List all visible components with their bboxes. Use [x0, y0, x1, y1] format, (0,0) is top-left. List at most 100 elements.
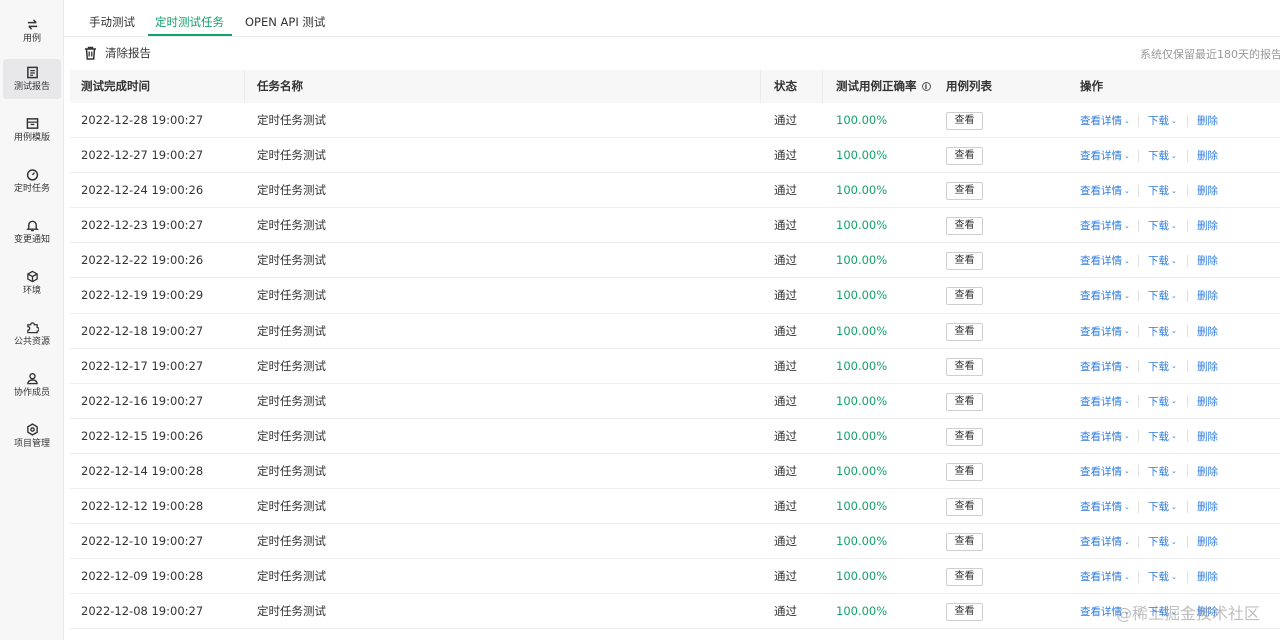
tab-manual-test[interactable]: 手动测试 — [89, 14, 135, 30]
chevron-down-icon: ⌄ — [1124, 151, 1130, 160]
view-cases-button[interactable]: 查看 — [946, 533, 983, 552]
status-cell: 通过 — [774, 113, 797, 127]
sidebar-item-case-template[interactable]: 用例模版 — [3, 110, 61, 150]
download-dropdown[interactable]: 下载 ⌄ — [1148, 218, 1178, 233]
download-dropdown[interactable]: 下载 ⌄ — [1148, 253, 1178, 268]
toolbar: 清除报告 系统仅保留最近180天的报告 — [64, 37, 1280, 70]
pass-rate-cell: 100.00% — [836, 358, 888, 373]
download-dropdown[interactable]: 下载 ⌄ — [1148, 464, 1178, 479]
task-name-cell: 定时任务测试 — [257, 499, 326, 514]
download-dropdown[interactable]: 下载 ⌄ — [1148, 394, 1178, 409]
view-cases-button[interactable]: 查看 — [946, 322, 983, 341]
view-details-dropdown[interactable]: 查看详情 ⌄ — [1080, 569, 1130, 584]
view-cases-button[interactable]: 查看 — [946, 147, 983, 166]
delete-link[interactable]: 删除 — [1197, 359, 1218, 374]
view-details-dropdown[interactable]: 查看详情 ⌄ — [1080, 113, 1130, 128]
view-details-dropdown[interactable]: 查看详情 ⌄ — [1080, 218, 1130, 233]
finish-time-cell: 2022-12-28 19:00:27 — [81, 113, 204, 127]
sidebar-item-project-management[interactable]: 项目管理 — [3, 416, 61, 456]
view-details-label: 查看详情 — [1080, 395, 1122, 408]
delete-link[interactable]: 删除 — [1197, 394, 1218, 409]
download-dropdown[interactable]: 下载 ⌄ — [1148, 288, 1178, 303]
delete-link[interactable]: 删除 — [1197, 324, 1218, 339]
sidebar-item-label: 环境 — [22, 285, 41, 296]
sidebar-item-public-resources[interactable]: 公共资源 — [3, 314, 61, 354]
delete-link[interactable]: 删除 — [1197, 569, 1218, 584]
table-row: 2022-12-14 19:00:28 定时任务测试 通过 100.00% 查看 查看详情… — [70, 454, 1280, 490]
view-details-dropdown[interactable]: 查看详情 ⌄ — [1080, 183, 1130, 198]
sidebar-item-environment[interactable]: 环境 — [3, 263, 61, 303]
view-cases-button[interactable]: 查看 — [946, 427, 983, 446]
view-details-dropdown[interactable]: 查看详情 ⌄ — [1080, 288, 1130, 303]
view-cases-button[interactable]: 查看 — [946, 357, 983, 376]
info-icon[interactable]: i — [921, 82, 931, 91]
view-details-dropdown[interactable]: 查看详情 ⌄ — [1080, 499, 1130, 514]
view-details-dropdown[interactable]: 查看详情 ⌄ — [1080, 253, 1130, 268]
download-dropdown[interactable]: 下载 ⌄ — [1148, 359, 1178, 374]
view-cases-button[interactable]: 查看 — [946, 498, 983, 517]
delete-link[interactable]: 删除 — [1197, 113, 1218, 128]
download-dropdown[interactable]: 下载 ⌄ — [1148, 429, 1178, 444]
view-cases-button[interactable]: 查看 — [946, 252, 983, 271]
download-label: 下载 — [1148, 115, 1169, 127]
chevron-down-icon: ⌄ — [1124, 327, 1130, 336]
delete-link[interactable]: 删除 — [1197, 218, 1218, 233]
view-cases-button[interactable]: 查看 — [946, 182, 983, 201]
delete-link[interactable]: 删除 — [1197, 183, 1218, 198]
sidebar-item-change-notice[interactable]: 变更通知 — [3, 212, 61, 252]
tab-bar: 手动测试 定时测试任务 OPEN API 测试 — [64, 0, 1280, 37]
download-dropdown[interactable]: 下载 ⌄ — [1148, 499, 1178, 514]
download-dropdown[interactable]: 下载 ⌄ — [1148, 148, 1178, 163]
finish-time-cell: 2022-12-19 19:00:29 — [81, 288, 204, 303]
view-details-dropdown[interactable]: 查看详情 ⌄ — [1080, 324, 1130, 339]
action-divider — [1187, 219, 1188, 232]
status-cell: 通过 — [774, 218, 797, 233]
task-name-cell: 定时任务测试 — [257, 463, 326, 478]
view-details-dropdown[interactable]: 查看详情 ⌄ — [1080, 534, 1130, 549]
finish-time-cell: 2022-12-08 19:00:27 — [81, 604, 204, 619]
delete-link[interactable]: 删除 — [1197, 534, 1218, 549]
view-details-label: 查看详情 — [1080, 185, 1122, 198]
task-name-cell: 定时任务测试 — [257, 253, 326, 268]
delete-link[interactable]: 删除 — [1197, 499, 1218, 514]
view-cases-button[interactable]: 查看 — [946, 568, 983, 587]
view-cases-button[interactable]: 查看 — [946, 462, 983, 481]
view-cases-button[interactable]: 查看 — [946, 603, 983, 622]
trash-icon — [85, 46, 96, 60]
view-cases-button[interactable]: 查看 — [946, 392, 983, 411]
view-details-dropdown[interactable]: 查看详情 ⌄ — [1080, 394, 1130, 409]
delete-link[interactable]: 删除 — [1197, 429, 1218, 444]
view-cases-button[interactable]: 查看 — [946, 217, 983, 236]
clear-report-button[interactable]: 清除报告 — [84, 45, 151, 61]
sidebar-item-test-report[interactable]: 测试报告 — [3, 59, 61, 99]
view-cases-button[interactable]: 查看 — [946, 287, 983, 306]
tab-open-api-test[interactable]: OPEN API 测试 — [245, 14, 325, 30]
chevron-down-icon: ⌄ — [1124, 467, 1130, 476]
sidebar-item-members[interactable]: 协作成员 — [3, 365, 61, 405]
delete-link[interactable]: 删除 — [1197, 148, 1218, 163]
delete-link[interactable]: 删除 — [1197, 288, 1218, 303]
sidebar-item-scheduled-task[interactable]: 定时任务 — [3, 161, 61, 201]
view-details-dropdown[interactable]: 查看详情 ⌄ — [1080, 359, 1130, 374]
sidebar-item-cases[interactable]: 用例 — [3, 11, 61, 51]
download-dropdown[interactable]: 下载 ⌄ — [1148, 324, 1178, 339]
delete-link[interactable]: 删除 — [1197, 253, 1218, 268]
view-details-dropdown[interactable]: 查看详情 ⌄ — [1080, 464, 1130, 479]
delete-link[interactable]: 删除 — [1197, 464, 1218, 479]
download-dropdown[interactable]: 下载 ⌄ — [1148, 183, 1178, 198]
tab-scheduled-test[interactable]: 定时测试任务 — [155, 14, 224, 30]
table-row: 2022-12-23 19:00:27 定时任务测试 通过 100.00% 查看 查看详情… — [70, 208, 1280, 244]
chevron-down-icon: ⌄ — [1171, 432, 1177, 441]
download-label: 下载 — [1148, 571, 1169, 584]
view-details-dropdown[interactable]: 查看详情 ⌄ — [1080, 148, 1130, 163]
view-details-dropdown[interactable]: 查看详情 ⌄ — [1080, 429, 1130, 444]
finish-time-cell: 2022-12-16 19:00:27 — [81, 393, 204, 408]
download-dropdown[interactable]: 下载 ⌄ — [1148, 569, 1178, 584]
finish-time-cell: 2022-12-18 19:00:27 — [81, 323, 204, 338]
finish-time-cell: 2022-12-17 19:00:27 — [81, 358, 204, 373]
download-label: 下载 — [1148, 185, 1169, 198]
pass-rate-cell: 100.00% — [836, 323, 888, 338]
download-dropdown[interactable]: 下载 ⌄ — [1148, 113, 1178, 128]
download-dropdown[interactable]: 下载 ⌄ — [1148, 534, 1178, 549]
view-cases-button[interactable]: 查看 — [946, 112, 983, 130]
